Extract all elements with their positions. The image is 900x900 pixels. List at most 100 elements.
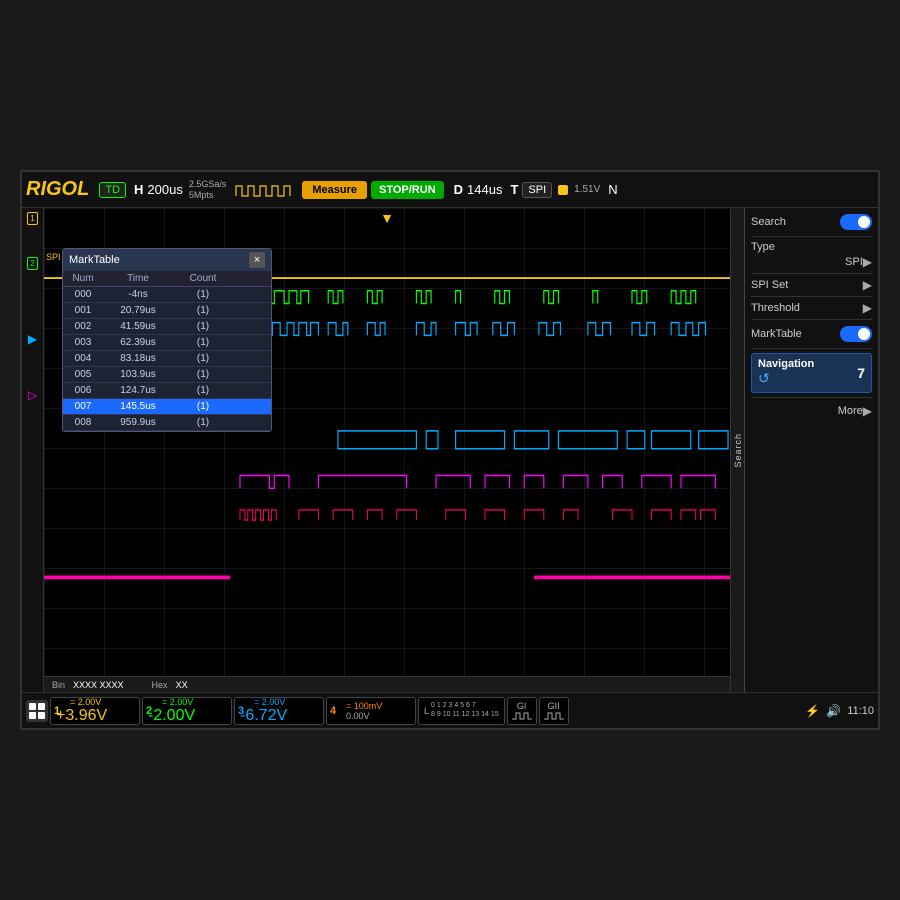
gii-button[interactable]: GII bbox=[539, 697, 569, 725]
mark-table: MarkTable × Num Time Count 000 -4ns (1) … bbox=[62, 248, 272, 432]
table-row[interactable]: 008 959.9us (1) bbox=[63, 415, 271, 431]
bottom-bar: 1 = 2.00V +3.96V 2 = 2.00V -2.00V 3 = 2.… bbox=[22, 692, 878, 728]
l-channel-numbers: 0 1 2 3 4 5 6 7 8 9 10 11 12 13 14 15 bbox=[431, 702, 499, 719]
table-row-selected[interactable]: 007 145.5us (1) bbox=[63, 399, 271, 415]
d-value: 144us bbox=[467, 182, 502, 197]
ch2-number: 2 bbox=[146, 705, 152, 717]
mark-table-header: MarkTable × bbox=[63, 249, 271, 271]
l-label: L bbox=[424, 706, 429, 716]
search-vertical-tab: Search bbox=[731, 208, 745, 692]
spi-set-label: SPI Set bbox=[751, 279, 788, 291]
more-row[interactable]: More ▶ bbox=[751, 402, 872, 420]
search-row: Search bbox=[751, 212, 872, 232]
threshold-row[interactable]: Threshold ▶ bbox=[751, 301, 872, 315]
spi-type-arrow: ▶ bbox=[863, 255, 872, 269]
ch2-voltage: = 2.00V bbox=[162, 697, 226, 707]
l-status[interactable]: L 0 1 2 3 4 5 6 7 8 9 10 11 12 13 14 15 bbox=[418, 697, 505, 725]
t-label: T bbox=[510, 182, 518, 197]
right-panel-content: Search Type SPI ▶ SPI Set ▶ bbox=[745, 208, 878, 692]
ch1-number: 1 bbox=[54, 705, 60, 717]
gi-wave-icon bbox=[512, 711, 532, 721]
ch4-status[interactable]: 4 = 100mV 0.00V bbox=[326, 697, 416, 725]
usb-icon: ⚡ bbox=[805, 704, 820, 718]
time-display: ⚡ 🔊 11:10 bbox=[805, 704, 874, 718]
speaker-icon: 🔊 bbox=[826, 704, 841, 718]
type-label: Type bbox=[751, 241, 775, 253]
ch1-offset: +3.96V bbox=[56, 707, 134, 725]
divider3 bbox=[751, 296, 872, 297]
clock-time: 11:10 bbox=[847, 705, 874, 717]
n-label: N bbox=[608, 182, 617, 197]
gi-button[interactable]: GI bbox=[507, 697, 537, 725]
ch-arrow: ▶ bbox=[28, 332, 37, 346]
divider6 bbox=[751, 397, 872, 398]
spi-set-arrow: ▶ bbox=[863, 278, 872, 292]
ch2-status[interactable]: 2 = 2.00V -2.00V bbox=[142, 697, 232, 725]
gii-label: GII bbox=[548, 701, 560, 711]
table-row[interactable]: 004 83.18us (1) bbox=[63, 351, 271, 367]
spi-set-row[interactable]: SPI Set ▶ bbox=[751, 278, 872, 292]
trigger-wave-icon bbox=[234, 182, 294, 198]
col-time: Time bbox=[103, 271, 173, 286]
marktable-toggle[interactable] bbox=[840, 326, 872, 342]
more-label: More bbox=[838, 405, 863, 417]
ch2-offset: -2.00V bbox=[148, 707, 226, 725]
navigation-icon: ↺ bbox=[758, 370, 770, 386]
measure-button[interactable]: Measure bbox=[302, 181, 367, 199]
d-label: D bbox=[454, 182, 463, 197]
type-row[interactable]: Type bbox=[751, 241, 872, 253]
ch1-voltage: = 2.00V bbox=[70, 697, 134, 707]
table-row[interactable]: 000 -4ns (1) bbox=[63, 287, 271, 303]
ch3-number: 3 bbox=[238, 705, 244, 717]
h-value: 200us bbox=[147, 182, 182, 197]
spi-badge: SPI bbox=[522, 182, 552, 198]
ch4-offset: 0.00V bbox=[346, 711, 410, 721]
stop-run-button[interactable]: STOP/RUN bbox=[371, 181, 444, 199]
spi-label: SPI bbox=[46, 252, 61, 262]
ch-arrow2: ▷ bbox=[28, 388, 37, 402]
hex-label: Hex bbox=[152, 680, 168, 690]
gi-label: GI bbox=[517, 701, 527, 711]
ch3-status[interactable]: 3 = 2.00V -6.72V bbox=[234, 697, 324, 725]
search-vertical-label: Search bbox=[733, 433, 743, 468]
ch1-indicator: 1 bbox=[27, 212, 37, 225]
grid-menu-icon[interactable] bbox=[26, 700, 48, 722]
bin-hex-strip: Bin XXXX XXXX Hex XX bbox=[44, 676, 730, 692]
threshold-label: Threshold bbox=[751, 302, 800, 314]
mark-table-close-button[interactable]: × bbox=[249, 252, 265, 268]
volt-value: 1.51V bbox=[574, 184, 600, 195]
trigger-marker: ▼ bbox=[380, 210, 394, 226]
top-bar: RIGOL TD H 200us 2.5GSa/s 5Mpts Measure … bbox=[22, 172, 878, 208]
waveform-area: ▼ SPI bbox=[44, 208, 730, 692]
navigation-title: Navigation bbox=[758, 358, 814, 370]
bin-label: Bin bbox=[52, 680, 65, 690]
table-row[interactable]: 005 103.9us (1) bbox=[63, 367, 271, 383]
marktable-row: MarkTable bbox=[751, 324, 872, 344]
main-area: 1 2 ▶ ▷ ▼ SPI bbox=[22, 208, 878, 692]
table-row[interactable]: 001 20.79us (1) bbox=[63, 303, 271, 319]
ch2-indicator: 2 bbox=[27, 257, 37, 270]
ch1-color-indicator bbox=[558, 185, 568, 195]
search-toggle[interactable] bbox=[840, 214, 872, 230]
col-count: Count bbox=[173, 271, 233, 286]
spi-type-row[interactable]: SPI ▶ bbox=[751, 255, 872, 269]
ch3-offset: -6.72V bbox=[240, 707, 318, 725]
divider2 bbox=[751, 273, 872, 274]
mark-table-title: MarkTable bbox=[69, 254, 120, 266]
ch1-status[interactable]: 1 = 2.00V +3.96V bbox=[50, 697, 140, 725]
table-row[interactable]: 006 124.7us (1) bbox=[63, 383, 271, 399]
hex-value: XX bbox=[176, 680, 188, 690]
rigol-logo: RIGOL bbox=[26, 178, 89, 201]
table-row[interactable]: 003 62.39us (1) bbox=[63, 335, 271, 351]
search-label: Search bbox=[751, 216, 786, 228]
spi-type-label: SPI bbox=[845, 256, 863, 268]
divider4 bbox=[751, 319, 872, 320]
td-badge: TD bbox=[99, 182, 126, 198]
mark-table-columns: Num Time Count bbox=[63, 271, 271, 287]
more-arrow: ▶ bbox=[863, 404, 872, 418]
h-label: H bbox=[134, 182, 143, 197]
bin-value: XXXX XXXX bbox=[73, 680, 124, 690]
table-row[interactable]: 002 41.59us (1) bbox=[63, 319, 271, 335]
gii-wave-icon bbox=[544, 711, 564, 721]
divider5 bbox=[751, 348, 872, 349]
